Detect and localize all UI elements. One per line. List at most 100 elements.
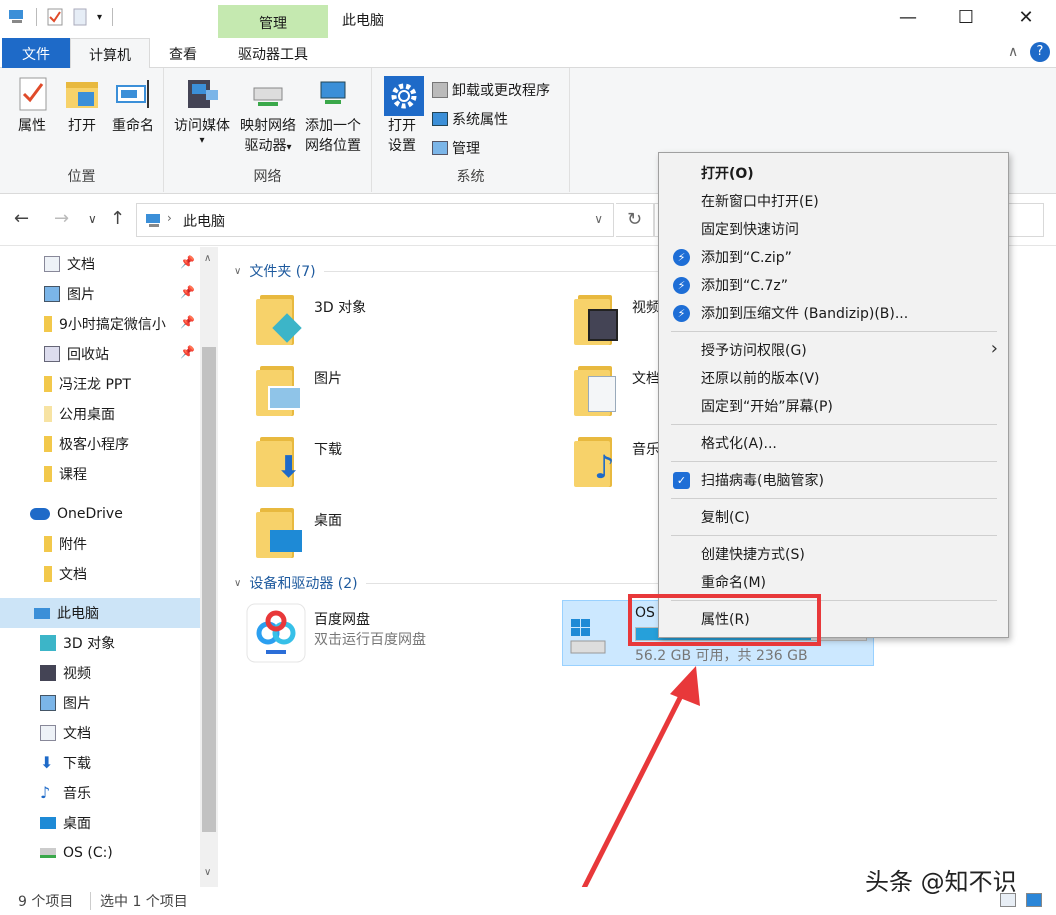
nav-item-documents[interactable]: 文档 [0, 718, 200, 748]
folder-item[interactable]: 3D 对象 [256, 291, 366, 347]
menu-item-add-7z[interactable]: ⚡ 添加到“C.7z” [659, 271, 1008, 299]
menu-item-restore-versions[interactable]: 还原以前的版本(V) [659, 364, 1008, 392]
collapse-ribbon-icon[interactable]: ∧ [1008, 44, 1018, 60]
folder-label: 音乐 [632, 442, 660, 458]
tab-computer[interactable]: 计算机 [70, 38, 150, 69]
back-button[interactable]: ← [14, 208, 29, 229]
nav-item-documents[interactable]: 文档 📌 [0, 249, 200, 279]
location-group-label: 位置 [67, 169, 96, 185]
open-button[interactable]: 打开 [60, 76, 104, 136]
manage-button[interactable]: 管理 [432, 138, 480, 158]
address-dropdown-icon[interactable]: ∨ [594, 212, 603, 226]
pin-icon[interactable]: 📌 [180, 255, 195, 269]
large-icons-view-icon[interactable] [1026, 893, 1042, 907]
nav-item-folder[interactable]: 冯汪龙 PPT [0, 369, 200, 399]
rename-button[interactable]: 重命名 [108, 76, 158, 136]
nav-item-folder[interactable]: 附件 [0, 529, 200, 559]
nav-item-pictures[interactable]: 图片 [0, 688, 200, 718]
system-properties-button[interactable]: 系统属性 [432, 109, 508, 129]
add-network-location-button[interactable]: 添加一个 网络位置 [300, 76, 366, 156]
nav-item-folder[interactable]: 课程 [0, 459, 200, 489]
uninstall-program-button[interactable]: 卸载或更改程序 [432, 80, 550, 100]
nav-label: 3D 对象 [63, 636, 116, 652]
nav-item-folder[interactable]: 极客小程序 [0, 429, 200, 459]
pin-icon[interactable]: 📌 [180, 345, 195, 359]
address-bar[interactable]: › 此电脑 ∨ [136, 203, 614, 237]
manage-icon [432, 141, 448, 155]
menu-item-open-new-window[interactable]: 在新窗口中打开(E) [659, 187, 1008, 215]
pin-icon[interactable]: 📌 [180, 285, 195, 299]
scrollbar-thumb[interactable] [202, 347, 216, 832]
scroll-down-icon[interactable]: ∨ [204, 867, 211, 878]
help-icon[interactable]: ? [1030, 42, 1050, 62]
computer-icon[interactable] [8, 9, 26, 25]
nav-item-folder[interactable]: 9小时搞定微信小 📌 [0, 309, 200, 339]
close-button[interactable]: ✕ [1016, 8, 1036, 28]
menu-item-give-access[interactable]: 授予访问权限(G) › [659, 336, 1008, 364]
baidu-netdisk-item[interactable]: 百度网盘 双击运行百度网盘 [246, 603, 426, 663]
menu-item-format[interactable]: 格式化(A)... [659, 429, 1008, 457]
tab-file[interactable]: 文件 [2, 38, 70, 68]
folder-item[interactable]: 桌面 [256, 504, 342, 560]
nav-item-recycle-bin[interactable]: 回收站 📌 [0, 339, 200, 369]
breadcrumb-chevron-icon[interactable]: › [167, 211, 172, 225]
folder-icon [44, 316, 52, 332]
address-path[interactable]: 此电脑 [183, 211, 225, 231]
recent-locations-icon[interactable]: ∨ [88, 212, 97, 226]
nav-scrollbar[interactable]: ∧ ∨ [200, 247, 218, 887]
menu-item-add-zip[interactable]: ⚡ 添加到“C.zip” [659, 243, 1008, 271]
menu-item-rename[interactable]: 重命名(M) [659, 568, 1008, 596]
nav-item-music[interactable]: ♪ 音乐 [0, 778, 200, 808]
drive-icon [40, 848, 56, 858]
folder-item[interactable]: ♪ 音乐 [574, 433, 660, 489]
menu-item-open[interactable]: 打开(O) [659, 159, 1008, 187]
nav-item-downloads[interactable]: ⬇ 下载 [0, 748, 200, 778]
nav-item-folder[interactable]: 文档 [0, 559, 200, 589]
folder-item[interactable]: 图片 [256, 362, 342, 418]
up-button[interactable]: ↑ [110, 208, 125, 229]
download-arrow-icon: ⬇ [40, 753, 54, 772]
maximize-button[interactable]: ☐ [956, 8, 976, 28]
nav-label: 视频 [63, 666, 91, 682]
folder-item[interactable]: 视频 [574, 291, 660, 347]
nav-item-this-pc[interactable]: 此电脑 [0, 598, 200, 628]
properties-button[interactable]: 属性 [10, 76, 54, 136]
collapse-chevron-icon[interactable]: ∨ [234, 266, 241, 277]
map-drive-button[interactable]: 映射网络 驱动器▾ [236, 76, 300, 158]
system-group-label: 系统 [456, 169, 485, 185]
refresh-button[interactable]: ↻ [616, 203, 654, 237]
pin-icon[interactable]: 📌 [180, 315, 195, 329]
collapse-chevron-icon[interactable]: ∨ [234, 578, 241, 589]
nav-label: 回收站 [67, 347, 109, 363]
menu-item-pin-quick-access[interactable]: 固定到快速访问 [659, 215, 1008, 243]
nav-label: 文档 [63, 726, 91, 742]
open-settings-button[interactable]: 打开 设置 [380, 76, 424, 156]
folder-item[interactable]: 文档 [574, 362, 660, 418]
map-drive-icon [250, 76, 286, 112]
nav-item-os-drive[interactable]: OS (C:) [0, 838, 200, 868]
window-title: 此电脑 [342, 13, 384, 29]
nav-item-videos[interactable]: 视频 [0, 658, 200, 688]
menu-item-create-shortcut[interactable]: 创建快捷方式(S) [659, 540, 1008, 568]
folder-item[interactable]: ⬇ 下载 [256, 433, 342, 489]
properties-check-icon[interactable] [47, 8, 63, 26]
nav-item-pictures[interactable]: 图片 📌 [0, 279, 200, 309]
forward-button[interactable]: → [54, 208, 69, 229]
menu-item-scan-virus[interactable]: ✓ 扫描病毒(电脑管家) [659, 466, 1008, 494]
customize-qat-icon[interactable]: ▾ [97, 12, 102, 23]
tab-manage-context[interactable]: 管理 [218, 5, 328, 38]
menu-item-pin-start[interactable]: 固定到“开始”屏幕(P) [659, 392, 1008, 420]
nav-item-folder[interactable]: 公用桌面 [0, 399, 200, 429]
nav-item-onedrive[interactable]: OneDrive [0, 499, 200, 529]
scroll-up-icon[interactable]: ∧ [204, 253, 211, 264]
tab-view[interactable]: 查看 [150, 38, 216, 68]
nav-item-3d-objects[interactable]: 3D 对象 [0, 628, 200, 658]
menu-item-copy[interactable]: 复制(C) [659, 503, 1008, 531]
menu-item-add-bandizip[interactable]: ⚡ 添加到压缩文件 (Bandizip)(B)... [659, 299, 1008, 327]
nav-item-desktop[interactable]: 桌面 [0, 808, 200, 838]
minimize-button[interactable]: — [898, 8, 918, 28]
tab-drive-tools[interactable]: 驱动器工具 [218, 38, 328, 68]
uninstall-label: 卸载或更改程序 [452, 83, 550, 99]
new-folder-icon[interactable] [73, 8, 87, 26]
access-media-button[interactable]: 访问媒体 ▾ [170, 76, 234, 146]
